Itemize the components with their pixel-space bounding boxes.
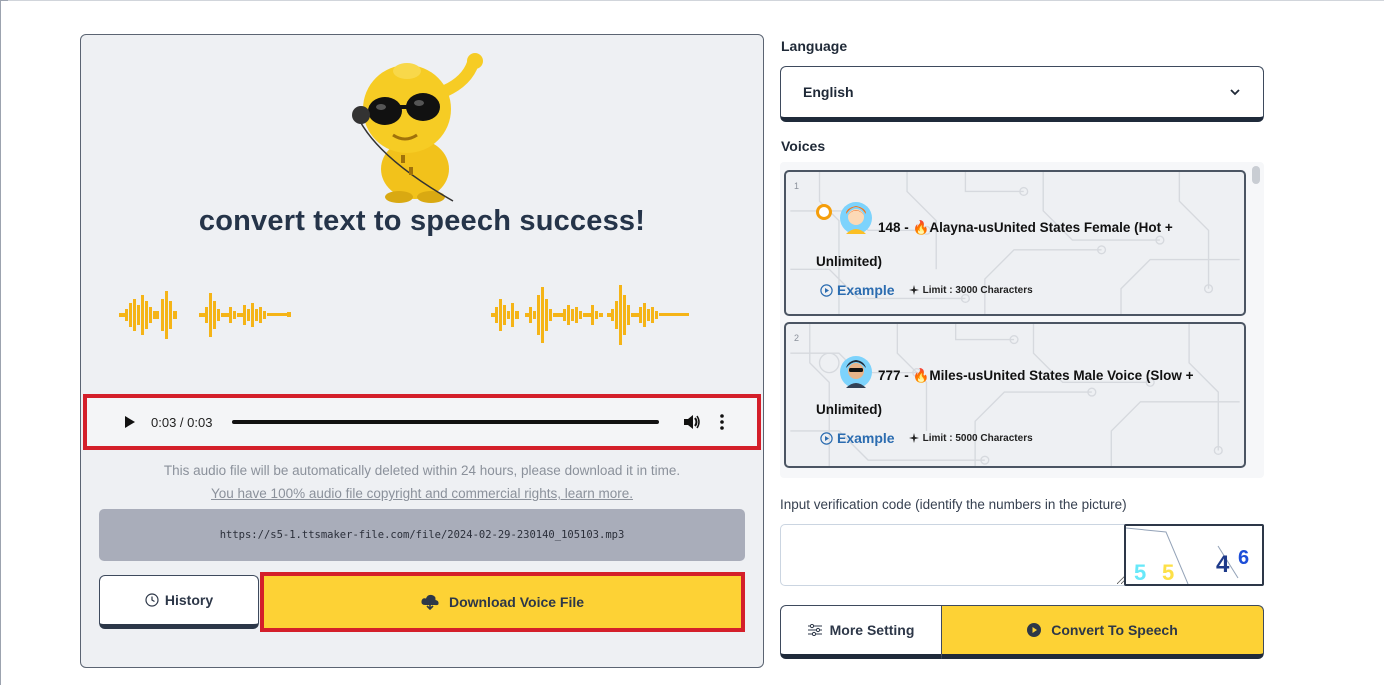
audio-player[interactable]: 0:03 / 0:03 [83, 394, 761, 450]
voice-card-777[interactable]: 2 777 - 🔥Miles-usUnited States Male Voic… [784, 322, 1246, 468]
voice-index: 1 [794, 181, 800, 191]
voice-radio-selected[interactable] [816, 204, 832, 220]
char-limit-text: Limit : 5000 Characters [922, 432, 1033, 444]
captcha-char: 4 [1216, 551, 1230, 578]
more-setting-label: More Setting [829, 622, 915, 638]
sparkle-icon [908, 285, 919, 295]
mascot-image [352, 53, 483, 203]
language-select[interactable]: English [780, 66, 1264, 122]
captcha-graphic: 5 5 4 6 [1126, 527, 1249, 584]
download-voice-button[interactable]: Download Voice File [260, 572, 745, 632]
more-options-icon[interactable] [719, 414, 725, 430]
play-circle-icon [820, 283, 833, 297]
play-circle-icon [820, 431, 833, 445]
waveform-left [119, 291, 291, 339]
captcha-char: 6 [1238, 547, 1249, 569]
captcha-char: 5 [1134, 560, 1146, 584]
char-limit-text: Limit : 3000 Characters [922, 284, 1033, 296]
voices-label: Voices [781, 138, 826, 154]
voices-list[interactable]: 1 148 - 🔥Alayna-usUnited States Female (… [780, 162, 1264, 478]
captcha-image[interactable]: 5 5 4 6 [1124, 524, 1264, 586]
female-avatar-icon [840, 202, 872, 234]
voice-title-cont: Unlimited) [816, 254, 882, 269]
voices-scrollbar[interactable] [1252, 166, 1260, 184]
convert-label: Convert To Speech [1051, 622, 1178, 638]
file-url-box[interactable]: https://s5-1.ttsmaker-file.com/file/2024… [99, 509, 745, 561]
example-label: Example [837, 430, 895, 446]
history-label: History [164, 592, 214, 608]
voice-card-148[interactable]: 1 148 - 🔥Alayna-usUnited States Female (… [784, 170, 1246, 316]
copyright-link[interactable]: You have 100% audio file copyright and c… [81, 486, 763, 501]
example-link[interactable]: Example [820, 282, 895, 298]
language-value: English [803, 84, 854, 100]
example-link[interactable]: Example [820, 430, 895, 446]
chevron-down-icon [1230, 89, 1240, 96]
audio-progress-track[interactable] [232, 420, 659, 424]
success-title: convert text to speech success! [198, 205, 646, 237]
voice-title-cont: Unlimited) [816, 402, 882, 417]
window-frame-top [8, 0, 1384, 1]
auto-delete-notice: This audio file will be automatically de… [163, 463, 681, 478]
play-icon[interactable] [125, 416, 135, 428]
voice-meta: Example Limit : 3000 Characters [820, 282, 1033, 298]
convert-to-speech-button[interactable]: Convert To Speech [942, 605, 1264, 659]
verification-code-input[interactable] [780, 524, 1126, 586]
result-card: convert text to speech success! 0:03 / 0… [80, 34, 764, 668]
voice-title: 777 - 🔥Miles-usUnited States Male Voice … [878, 368, 1194, 383]
window-frame [0, 0, 8, 685]
captcha-char: 5 [1162, 560, 1174, 584]
language-label: Language [781, 38, 848, 54]
char-limit: Limit : 5000 Characters [908, 432, 1033, 444]
voice-title: 148 - 🔥Alayna-usUnited States Female (Ho… [878, 220, 1173, 235]
example-label: Example [837, 282, 895, 298]
more-setting-button[interactable]: More Setting [780, 605, 942, 659]
verification-label: Input verification code (identify the nu… [780, 497, 1127, 512]
play-circle-icon [1027, 623, 1042, 637]
history-button[interactable]: History [99, 575, 259, 629]
download-label: Download Voice File [448, 594, 585, 610]
cloud-download-icon [421, 594, 439, 610]
volume-icon[interactable] [683, 414, 701, 430]
clock-icon [145, 593, 159, 607]
waveform-right [491, 285, 689, 345]
file-url-text: https://s5-1.ttsmaker-file.com/file/2024… [219, 529, 625, 541]
male-avatar-icon [840, 356, 872, 388]
audio-controls: 0:03 / 0:03 [97, 407, 747, 437]
voice-index: 2 [794, 333, 800, 343]
voice-meta: Example Limit : 5000 Characters [820, 430, 1033, 446]
char-limit: Limit : 3000 Characters [908, 284, 1033, 296]
sliders-icon [807, 624, 822, 636]
sparkle-icon [908, 433, 919, 443]
audio-time: 0:03 / 0:03 [151, 414, 213, 430]
